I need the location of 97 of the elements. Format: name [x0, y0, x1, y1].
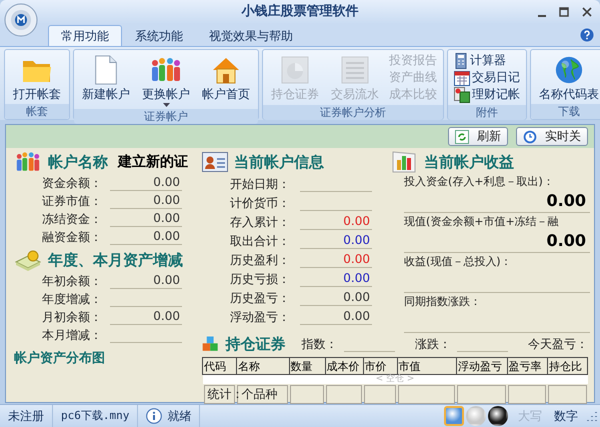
ribbon-button[interactable]: 新建帐户: [78, 52, 134, 107]
column-header[interactable]: 浮动盈亏: [456, 358, 508, 374]
value-field: 0.00: [110, 192, 182, 209]
ribbon-tab[interactable]: 系统功能: [122, 25, 196, 46]
field-label: 年初余额：: [41, 273, 102, 289]
column-header[interactable]: 市价: [363, 358, 398, 374]
value-field: 0.00: [300, 289, 372, 306]
toolbar-button[interactable]: 刷新: [448, 127, 508, 146]
field-label: 涨跌：: [414, 336, 451, 352]
window-title: 小钱庄股票管理软件: [242, 2, 358, 21]
field-label: 现值(资金余额+市值+冻结－融: [404, 214, 560, 230]
field-label: 计价货币：: [229, 195, 290, 211]
field-label: 历史盈利：: [229, 252, 290, 268]
field-label: 投入资金(存入+利息－取出)：: [404, 174, 555, 190]
ribbon-tab[interactable]: 视觉效果与帮助: [196, 25, 306, 46]
status-text: 未注册: [8, 408, 44, 425]
ledger-icon: [454, 86, 470, 102]
status-text: pc6下载.mny: [61, 408, 130, 424]
column-header[interactable]: 代码: [202, 358, 236, 374]
status-text: 就绪: [167, 408, 192, 425]
close-icon: [582, 7, 592, 17]
document-icon: [93, 55, 119, 85]
field-label: 取出合计：: [229, 233, 290, 249]
value-field: 0.00: [110, 308, 182, 325]
bar-chart-icon: [392, 150, 418, 174]
value-field: 0.00: [300, 232, 372, 249]
field-label: 本月增减：: [41, 327, 102, 343]
empty-message: < 空仓 >: [376, 374, 414, 384]
column-header[interactable]: 成本价: [325, 358, 364, 374]
ribbon-small-button[interactable]: 计算器: [452, 52, 522, 69]
chart-document-icon: [280, 55, 310, 85]
field-label: 月初余额：: [41, 309, 102, 325]
help-icon: [580, 28, 594, 42]
calendar-icon: [454, 70, 470, 86]
group-label: 附件: [448, 105, 526, 120]
field-label: 收益(现值－总投入)：: [404, 254, 513, 270]
contact-card-icon: [202, 152, 228, 172]
field-label: 历史亏损：: [229, 271, 290, 287]
value-field: 0.00: [300, 270, 372, 287]
section-title: 年度、本月资产增减: [48, 250, 183, 270]
value-field: 0.00: [300, 213, 372, 230]
theme-button[interactable]: [488, 406, 508, 426]
group-label: 证券帐户: [74, 109, 258, 124]
value-field: 0.00: [110, 174, 182, 191]
section-title: 帐户资产分布图: [14, 350, 106, 367]
ribbon-button[interactable]: 名称代码表: [535, 52, 600, 102]
field-label: 同期指数涨跌：: [404, 294, 482, 310]
column-header[interactable]: 持仓比: [547, 358, 588, 374]
value-field: 0.00: [300, 308, 372, 325]
field-label: 证券市值：: [41, 193, 102, 209]
status-indicator: 数字: [553, 408, 579, 424]
field-label: 今天盈亏：: [528, 336, 588, 352]
calculator-icon: [454, 52, 468, 68]
toolbar-button[interactable]: 实时关: [516, 127, 588, 146]
column-header[interactable]: 名称: [236, 358, 290, 374]
ribbon-button[interactable]: 打开帐套: [9, 52, 65, 102]
field-label: 存入累计：: [229, 214, 290, 230]
field-label: 指数：: [302, 336, 338, 352]
minimize-icon: [538, 15, 546, 17]
value-field: 0.00: [404, 190, 590, 213]
section-title: 当前帐户信息: [234, 152, 324, 172]
ribbon-small-button[interactable]: 理财记帐: [452, 86, 522, 103]
people-icon: [14, 150, 42, 174]
field-label: 资金余额：: [41, 175, 102, 191]
value-field: 0.00: [110, 228, 182, 245]
column-header[interactable]: 数量: [289, 358, 326, 374]
value-field: 0.00: [110, 210, 182, 227]
maximize-icon: [559, 7, 569, 17]
info-icon: [146, 408, 162, 424]
field-label: 冻结资金：: [41, 211, 102, 227]
ribbon-small-button[interactable]: 交易日记: [452, 69, 522, 86]
field-label: 年度增减：: [41, 291, 102, 307]
group-label: 帐套: [5, 104, 69, 119]
money-stack-icon: [14, 248, 42, 272]
section-title: 帐户名称: [48, 152, 108, 172]
field-label: 开始日期：: [229, 176, 290, 192]
refresh-icon: [455, 130, 469, 144]
ribbon-tab[interactable]: 常用功能: [48, 25, 122, 46]
field-label: 浮动盈亏：: [229, 309, 290, 325]
section-title: 当前帐户收益: [424, 152, 514, 172]
column-header[interactable]: 盈亏率: [507, 358, 548, 374]
section-title: 持仓证券: [226, 334, 286, 354]
field-label: 融资金额：: [41, 229, 102, 245]
column-header[interactable]: 市值: [397, 358, 456, 374]
group-label: 证券帐户分析: [263, 105, 443, 120]
value-field: 0.00: [404, 230, 590, 253]
account-name: 建立新的证: [118, 153, 188, 171]
ribbon-button[interactable]: 帐户首页: [198, 52, 254, 107]
globe-icon: [553, 55, 585, 85]
value-field: 0.00: [110, 272, 182, 289]
list-document-icon: [340, 55, 370, 85]
group-label: 下载: [531, 104, 600, 119]
value-field: 0.00: [300, 251, 372, 268]
resize-grip-icon: [587, 411, 597, 421]
field-label: 历史盈亏：: [229, 290, 290, 306]
clock-icon: [523, 130, 537, 144]
ribbon-button[interactable]: 更换帐户: [138, 52, 194, 107]
